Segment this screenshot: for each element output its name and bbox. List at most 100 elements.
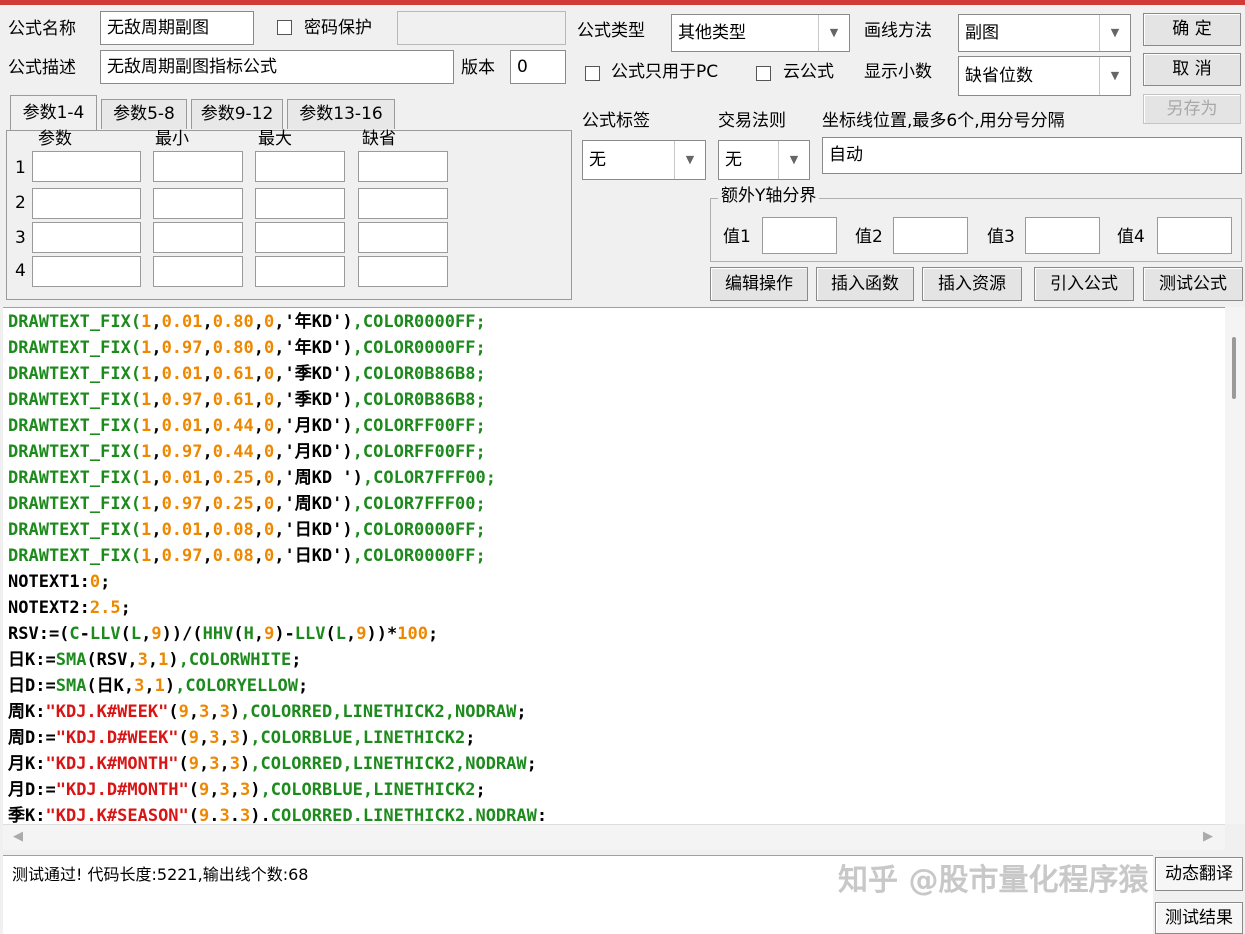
code-horizontal-scrollbar[interactable]: ◀ ▶ bbox=[3, 824, 1225, 850]
cloud-checkbox[interactable] bbox=[756, 66, 771, 81]
code-token: , bbox=[253, 520, 264, 540]
param-3-max-input[interactable] bbox=[255, 222, 345, 253]
code-token: . bbox=[229, 806, 241, 824]
code-token: , bbox=[202, 442, 213, 462]
code-line: DRAWTEXT_FIX(1,0.97,0.25,0,'周KD'),COLOR7… bbox=[8, 491, 486, 517]
code-token: , bbox=[151, 338, 162, 358]
code-token: 0.61 bbox=[212, 390, 254, 410]
scroll-right-icon[interactable]: ▶ bbox=[1203, 829, 1213, 844]
code-line: DRAWTEXT_FIX(1,0.01,0.80,0,'年KD'),COLOR0… bbox=[8, 309, 486, 335]
dynamic-translate-button[interactable]: 动态翻译 bbox=[1155, 857, 1243, 891]
version-input[interactable]: 0 bbox=[510, 50, 566, 84]
code-line: DRAWTEXT_FIX(1,0.97,0.44,0,'月KD'),COLORF… bbox=[8, 439, 486, 465]
param-1-name-input[interactable] bbox=[32, 151, 141, 182]
formula-name-label: 公式名称 bbox=[8, 19, 76, 39]
code-token: , bbox=[147, 650, 159, 670]
code-token: 9 bbox=[188, 754, 200, 774]
code-token: 1 bbox=[141, 338, 152, 358]
code-token: 0.01 bbox=[161, 520, 203, 540]
coord-input[interactable]: 自动 bbox=[822, 137, 1242, 174]
code-token: C bbox=[69, 624, 80, 644]
scrollbar-thumb[interactable] bbox=[1232, 337, 1236, 399]
param-2-default-input[interactable] bbox=[358, 188, 448, 219]
param-2-max-input[interactable] bbox=[255, 188, 345, 219]
y-value-3-input[interactable] bbox=[1025, 217, 1100, 254]
param-4-max-input[interactable] bbox=[255, 256, 345, 287]
code-vertical-scrollbar[interactable] bbox=[1225, 307, 1245, 824]
formula-tag-select[interactable]: 无 ▼ bbox=[582, 140, 706, 180]
code-token: , bbox=[144, 676, 155, 696]
code-token: DRAWTEXT_FIX( bbox=[8, 520, 142, 540]
param-1-default-input[interactable] bbox=[358, 151, 448, 182]
trade-rule-select[interactable]: 无 ▼ bbox=[718, 140, 810, 180]
code-token: "KDJ.D#WEEK" bbox=[55, 728, 179, 748]
param-3-default-input[interactable] bbox=[358, 222, 448, 253]
draw-method-select[interactable]: 副图 ▼ bbox=[958, 14, 1131, 52]
code-token: ,'周KD') bbox=[274, 494, 353, 514]
param-2-name-input[interactable] bbox=[32, 188, 141, 219]
code-token: HHV bbox=[202, 624, 234, 644]
scroll-left-icon[interactable]: ◀ bbox=[13, 829, 23, 844]
param-row-label: 2 bbox=[15, 193, 26, 213]
param-2-min-input[interactable] bbox=[153, 188, 243, 219]
code-editor[interactable]: DRAWTEXT_FIX(1,0.01,0.80,0,'年KD'),COLOR0… bbox=[3, 307, 1225, 824]
formula-type-select[interactable]: 其他类型 ▼ bbox=[671, 14, 850, 52]
param-4-min-input[interactable] bbox=[153, 256, 243, 287]
tab-params-1-4[interactable]: 参数1-4 bbox=[10, 95, 97, 131]
param-1-min-input[interactable] bbox=[153, 151, 243, 182]
tab-params-13-16[interactable]: 参数13-16 bbox=[287, 99, 395, 129]
code-token: 3 bbox=[199, 702, 210, 722]
code-token: 0.97 bbox=[161, 338, 203, 358]
tab-params-9-12[interactable]: 参数9-12 bbox=[191, 99, 283, 129]
param-3-min-input[interactable] bbox=[153, 222, 243, 253]
formula-name-input[interactable]: 无敌周期副图 bbox=[100, 11, 254, 45]
param-4-name-input[interactable] bbox=[32, 256, 141, 287]
chevron-down-icon[interactable]: ▼ bbox=[818, 15, 849, 51]
y-value-2-input[interactable] bbox=[893, 217, 968, 254]
password-checkbox[interactable] bbox=[277, 20, 292, 35]
code-token: 1 bbox=[141, 312, 152, 332]
code-token: 0 bbox=[263, 390, 275, 410]
code-token: , bbox=[188, 702, 200, 722]
tab-params-5-8[interactable]: 参数5-8 bbox=[101, 99, 187, 129]
code-token: 0.97 bbox=[161, 494, 203, 514]
save-as-button[interactable]: 另存为 bbox=[1143, 94, 1241, 124]
code-token: ,COLORBLUE,LINETHICK2 bbox=[260, 780, 476, 800]
code-token: ,COLORWHITE bbox=[178, 650, 292, 670]
pc-only-checkbox[interactable] bbox=[585, 66, 600, 81]
code-token: , bbox=[151, 390, 162, 410]
ok-button[interactable]: 确 定 bbox=[1143, 13, 1241, 46]
chevron-down-icon[interactable]: ▼ bbox=[1099, 15, 1130, 51]
code-token: NOTEXT1: bbox=[8, 572, 90, 592]
param-row-label: 4 bbox=[15, 261, 26, 281]
code-token: , bbox=[253, 390, 264, 410]
y-value-1-input[interactable] bbox=[762, 217, 837, 254]
decimals-select[interactable]: 缺省位数 ▼ bbox=[958, 56, 1131, 96]
code-token: DRAWTEXT_FIX( bbox=[8, 416, 142, 436]
edit-ops-button[interactable]: 编辑操作 bbox=[710, 267, 808, 301]
code-token: 0 bbox=[263, 364, 275, 384]
chevron-down-icon[interactable]: ▼ bbox=[778, 141, 809, 179]
y-value-4-input[interactable] bbox=[1157, 217, 1232, 254]
insert-function-button[interactable]: 插入函数 bbox=[816, 267, 914, 301]
test-result-button[interactable]: 测试结果 bbox=[1155, 902, 1243, 934]
code-token: ) bbox=[240, 754, 251, 774]
code-token: ) bbox=[164, 676, 176, 696]
window-top-border bbox=[0, 0, 1245, 5]
formula-desc-input[interactable]: 无敌周期副图指标公式 bbox=[100, 50, 454, 84]
code-token: ,'周KD ') bbox=[274, 468, 363, 488]
code-token: ; bbox=[516, 702, 527, 722]
param-4-default-input[interactable] bbox=[358, 256, 448, 287]
code-token: ,COLOR0B86B8; bbox=[352, 364, 486, 384]
chevron-down-icon[interactable]: ▼ bbox=[1099, 57, 1130, 95]
test-formula-button[interactable]: 测试公式 bbox=[1143, 267, 1243, 301]
param-3-name-input[interactable] bbox=[32, 222, 141, 253]
cancel-button[interactable]: 取 消 bbox=[1143, 53, 1241, 86]
param-1-max-input[interactable] bbox=[255, 151, 345, 182]
insert-resource-button[interactable]: 插入资源 bbox=[922, 267, 1022, 301]
code-token: , bbox=[202, 416, 213, 436]
password-input[interactable] bbox=[397, 11, 566, 45]
code-token: "KDJ.K#WEEK" bbox=[45, 702, 169, 722]
import-formula-button[interactable]: 引入公式 bbox=[1034, 267, 1134, 301]
chevron-down-icon[interactable]: ▼ bbox=[674, 141, 705, 179]
